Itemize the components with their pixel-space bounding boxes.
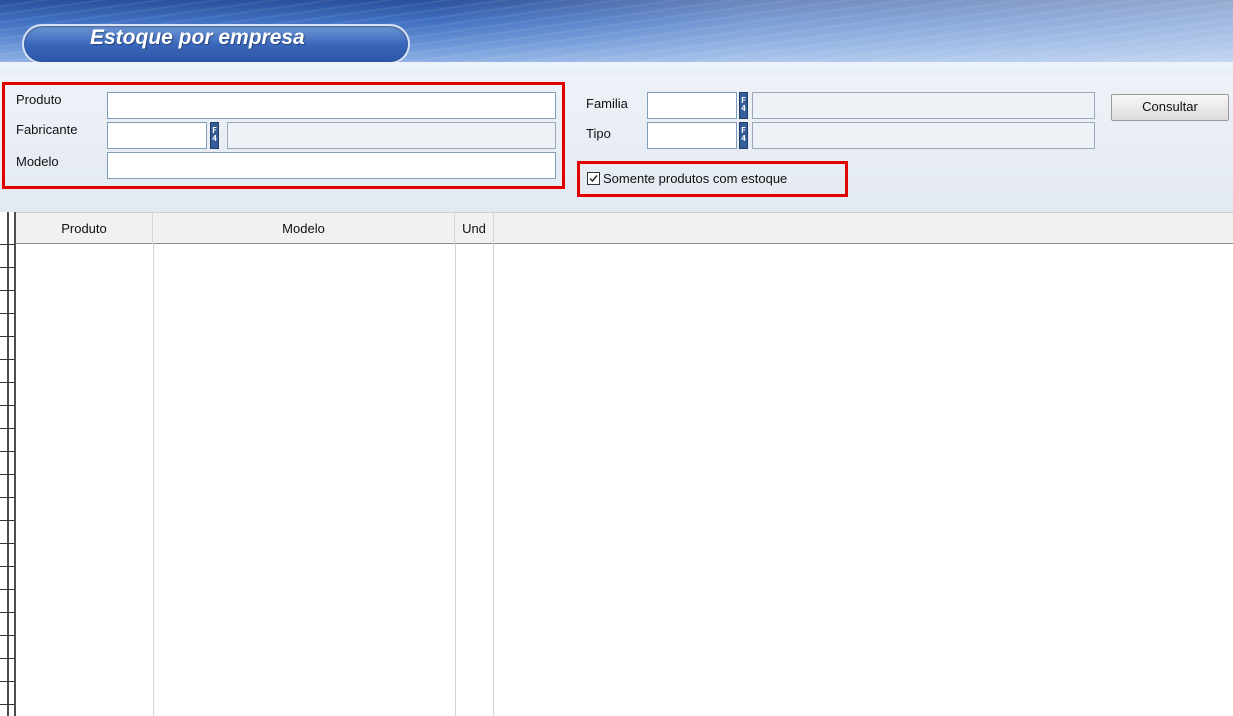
column-header-produto[interactable]: Produto [16, 213, 153, 244]
familia-lookup-icon[interactable]: F4 [739, 92, 748, 119]
tipo-label: Tipo [586, 126, 611, 141]
highlight-box-left [2, 82, 565, 189]
column-header-modelo[interactable]: Modelo [153, 213, 455, 244]
familia-label: Familia [586, 96, 628, 111]
row-marker [0, 589, 14, 590]
row-marker [0, 244, 14, 245]
tipo-code-input[interactable] [647, 122, 737, 149]
row-marker [0, 497, 14, 498]
row-marker [0, 359, 14, 360]
row-marker [0, 520, 14, 521]
familia-code-input[interactable] [647, 92, 737, 119]
grid-header: Produto Modelo Und [0, 212, 1233, 244]
row-marker [0, 428, 14, 429]
filter-panel: Produto Fabricante F4 Modelo Familia F4 … [0, 74, 1233, 212]
column-divider-modelo [455, 244, 456, 716]
header-bottom-edge [0, 62, 1233, 74]
row-indicator-column [0, 212, 16, 716]
column-divider-und [493, 244, 494, 716]
window-header: Estoque por empresa [0, 0, 1233, 74]
row-marker [0, 267, 14, 268]
row-marker [0, 290, 14, 291]
row-marker [0, 313, 14, 314]
row-indicator-bar [7, 212, 9, 716]
row-marker [0, 566, 14, 567]
results-grid[interactable]: Produto Modelo Und [0, 212, 1233, 716]
column-divider-produto [153, 244, 154, 716]
highlight-box-checkbox [577, 161, 848, 197]
familia-description [752, 92, 1095, 119]
row-marker [0, 658, 14, 659]
row-marker [0, 336, 14, 337]
row-marker [0, 474, 14, 475]
row-marker [0, 612, 14, 613]
row-marker [0, 681, 14, 682]
row-marker [0, 405, 14, 406]
row-marker [0, 704, 14, 705]
page-title: Estoque por empresa [90, 26, 305, 49]
row-marker [0, 451, 14, 452]
column-header-und[interactable]: Und [455, 213, 494, 244]
row-marker [0, 382, 14, 383]
tipo-description [752, 122, 1095, 149]
tipo-lookup-icon[interactable]: F4 [739, 122, 748, 149]
row-marker [0, 635, 14, 636]
consultar-button[interactable]: Consultar [1111, 94, 1229, 121]
row-marker [0, 543, 14, 544]
